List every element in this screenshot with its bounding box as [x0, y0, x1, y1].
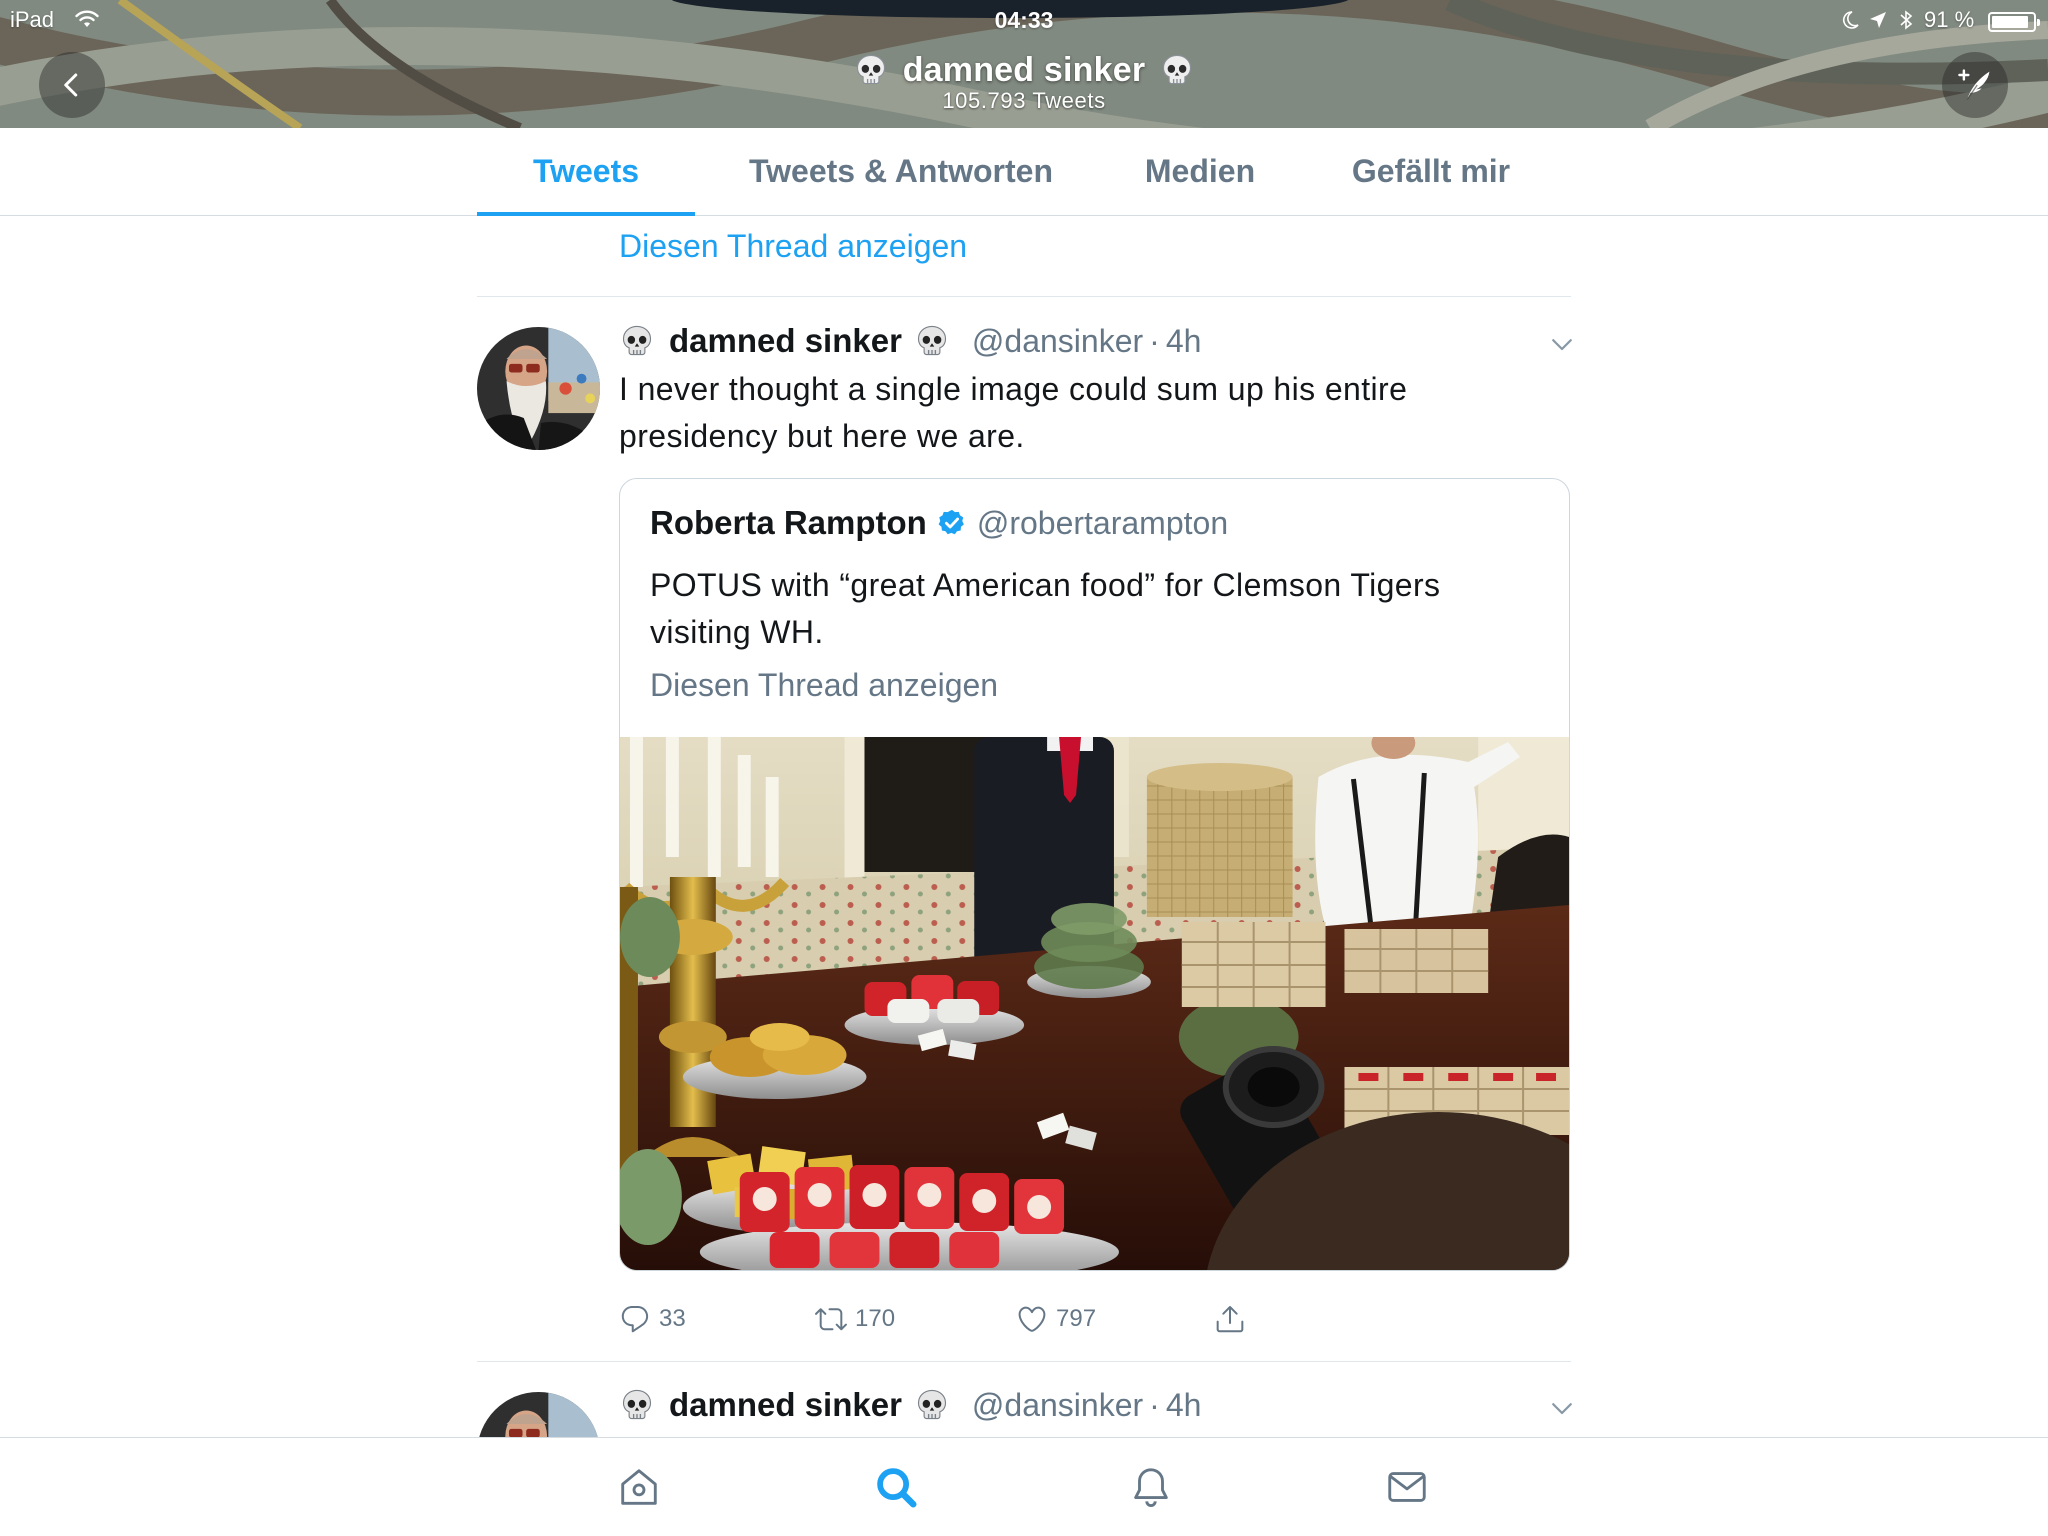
quoted-author-handle: @robertarampton	[976, 504, 1229, 541]
author-handle[interactable]: @dansinker	[972, 1387, 1143, 1424]
tab-tweets[interactable]: Tweets	[477, 128, 695, 216]
wifi-icon	[74, 9, 100, 29]
quoted-author-name: Roberta Rampton	[650, 504, 927, 541]
status-device-name: iPad	[10, 7, 55, 32]
status-time: 04:33	[994, 7, 1054, 33]
chevron-down-icon	[1547, 329, 1577, 359]
profile-title: damned sinker	[0, 50, 2048, 90]
battery-percentage: 91 %	[1924, 7, 1975, 32]
profile-name: damned sinker	[902, 50, 1146, 89]
quoted-tweet-card[interactable]: Roberta Rampton @robertarampton POTUS wi…	[619, 478, 1570, 1271]
tweet-photo[interactable]	[620, 737, 1569, 1270]
nav-search[interactable]	[852, 1443, 940, 1531]
skull-icon	[914, 1387, 950, 1423]
bluetooth-icon	[1898, 9, 1914, 31]
bottom-tab-bar	[0, 1437, 2048, 1536]
photo-big-burger-tray	[699, 1165, 1119, 1270]
tweet-time: 4h	[1165, 322, 1202, 359]
tab-media[interactable]: Medien	[1120, 128, 1280, 215]
nav-messages[interactable]	[1363, 1443, 1451, 1531]
share-icon	[1214, 1303, 1246, 1335]
moon-icon	[1840, 10, 1860, 30]
skull-icon	[1159, 52, 1195, 88]
tweet-divider	[477, 296, 1571, 297]
photo-round-table	[1146, 763, 1293, 917]
share-button[interactable]	[1214, 1299, 1246, 1339]
location-arrow-icon	[1868, 10, 1888, 30]
tweet-time: 4h	[1165, 1386, 1202, 1423]
home-icon	[616, 1464, 662, 1510]
tweet-divider	[477, 1361, 1571, 1362]
quoted-tweet-text: POTUS with “great American food” for Cle…	[650, 567, 1441, 650]
skull-icon	[914, 323, 950, 359]
author-name[interactable]: damned sinker	[669, 1386, 902, 1424]
tab-likes[interactable]: Gefällt mir	[1321, 128, 1541, 215]
profile-tabs: Tweets Tweets & Antworten Medien Gefällt…	[0, 128, 2048, 216]
quoted-author-row: Roberta Rampton @robertarampton	[650, 503, 1228, 543]
profile-header: iPad 04:33 91 % damned sinker 105.793 Tw…	[0, 0, 2048, 128]
reply-button[interactable]: 33	[619, 1299, 686, 1339]
like-button[interactable]: 797	[1016, 1299, 1096, 1339]
battery-level	[1992, 16, 2029, 28]
separator: ·	[1149, 322, 1160, 359]
quoted-show-thread-link[interactable]: Diesen Thread anzeigen	[650, 665, 998, 705]
author-handle[interactable]: @dansinker	[972, 323, 1143, 360]
nav-notifications[interactable]	[1107, 1443, 1195, 1531]
tweet-options-button[interactable]	[1547, 1393, 1577, 1423]
heart-icon	[1016, 1303, 1048, 1335]
show-thread-link[interactable]: Diesen Thread anzeigen	[619, 226, 967, 266]
tweet-author-row[interactable]: damned sinker @dansinker · 4h	[619, 321, 1201, 361]
search-icon	[873, 1464, 919, 1510]
like-count: 797	[1056, 1305, 1097, 1332]
skull-icon	[619, 323, 655, 359]
tab-tweets-and-replies[interactable]: Tweets & Antworten	[721, 128, 1081, 215]
tweet-author-row[interactable]: damned sinker @dansinker · 4h	[619, 1385, 1201, 1425]
retweet-button[interactable]: 170	[815, 1299, 895, 1339]
skull-icon	[853, 52, 889, 88]
retweet-icon	[815, 1303, 847, 1335]
author-name[interactable]: damned sinker	[669, 322, 902, 360]
tweet-count: 105.793 Tweets	[942, 88, 1106, 113]
chevron-down-icon	[1547, 1393, 1577, 1423]
reply-icon	[619, 1303, 651, 1335]
tweet-text: I never thought a single image could sum…	[619, 371, 1408, 454]
tweet-options-button[interactable]	[1547, 329, 1577, 359]
separator: ·	[1149, 1386, 1160, 1423]
bell-icon	[1128, 1464, 1174, 1510]
reply-count: 33	[659, 1305, 686, 1332]
verified-badge-icon	[937, 508, 967, 538]
mail-icon	[1384, 1464, 1430, 1510]
retweet-count: 170	[855, 1305, 896, 1332]
avatar[interactable]	[477, 327, 600, 450]
nav-home[interactable]	[595, 1443, 683, 1531]
battery-icon	[1988, 12, 2040, 32]
skull-icon	[619, 1387, 655, 1423]
